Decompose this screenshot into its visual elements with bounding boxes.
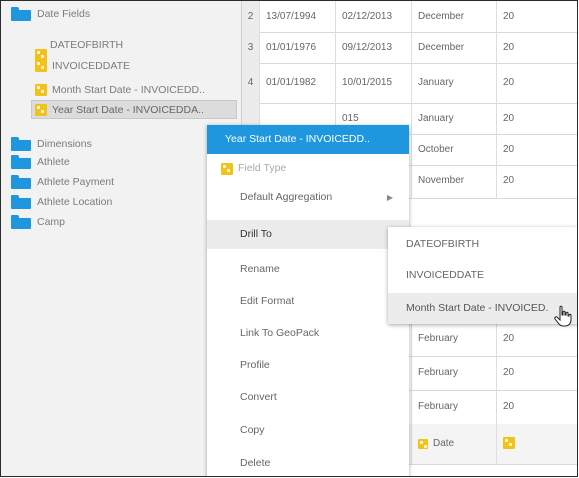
tree-folder-athlete-location[interactable]: Athlete Location bbox=[11, 193, 112, 211]
submenu-item-month-start-date[interactable]: Month Start Date - INVOICED. bbox=[388, 293, 577, 324]
tree-item-label: Athlete Location bbox=[37, 196, 113, 208]
menu-item-label: Rename bbox=[240, 263, 280, 275]
row-number: 3 bbox=[242, 32, 260, 63]
submenu-arrow-icon: ▶ bbox=[386, 193, 393, 202]
tree-field-dateofbirth[interactable]: DATEOFBIRTH bbox=[35, 39, 195, 61]
table-cell: 20 bbox=[497, 32, 577, 63]
menu-item-default-aggregation[interactable]: Default Aggregation ▶ bbox=[207, 183, 409, 212]
date-field-icon bbox=[35, 60, 47, 72]
date-field-icon bbox=[418, 439, 428, 449]
table-cell: February bbox=[412, 356, 497, 390]
table-row: 2 13/07/1994 02/12/2013 December 20 bbox=[242, 1, 577, 33]
tree-item-label: Year Start Date - INVOICEDDA.. bbox=[52, 104, 204, 116]
table-cell: January bbox=[412, 103, 497, 134]
table-row: 3 01/01/1976 09/12/2013 December 20 bbox=[242, 32, 577, 64]
menu-item-label: Copy bbox=[240, 424, 265, 436]
table-cell: December bbox=[412, 32, 497, 63]
field-context-menu: Year Start Date - INVOICEDD.. Field Type… bbox=[207, 125, 409, 476]
table-cell: 20 bbox=[497, 322, 577, 356]
table-cell: February bbox=[412, 390, 497, 424]
table-cell: 20 bbox=[497, 63, 577, 103]
column-type-cell[interactable]: Date bbox=[412, 424, 497, 464]
menu-item-field-type: Field Type bbox=[207, 154, 409, 183]
menu-item-label: Field Type bbox=[238, 162, 287, 174]
menu-item-convert[interactable]: Convert bbox=[207, 383, 409, 412]
table-cell: 01/01/1976 bbox=[260, 32, 336, 63]
menu-item-label: Convert bbox=[240, 391, 277, 403]
submenu-item-dateofbirth[interactable]: DATEOFBIRTH bbox=[388, 229, 577, 260]
table-cell: 01/01/1982 bbox=[260, 63, 336, 103]
tree-item-label: Date Fields bbox=[37, 8, 91, 20]
tree-folder-dimensions[interactable]: Dimensions bbox=[11, 135, 92, 153]
row-number: 2 bbox=[242, 1, 260, 32]
tree-field-year-start-date[interactable]: Year Start Date - INVOICEDDA.. bbox=[35, 101, 204, 119]
tree-folder-camp[interactable]: Camp bbox=[11, 213, 65, 231]
tree-field-month-start-date[interactable]: Month Start Date - INVOICEDD.. bbox=[35, 81, 205, 99]
tree-item-label: DATEOFBIRTH bbox=[50, 39, 124, 51]
table-cell: January bbox=[412, 63, 497, 103]
hand-pointer-icon bbox=[554, 305, 572, 327]
menu-item-link-to-geopack[interactable]: Link To GeoPack bbox=[207, 319, 409, 348]
table-cell: 20 bbox=[497, 134, 577, 165]
menu-item-label: Edit Format bbox=[240, 295, 295, 307]
context-menu-title: Year Start Date - INVOICEDD.. bbox=[207, 125, 409, 154]
menu-item-label: Drill To bbox=[240, 228, 272, 240]
menu-item-rename[interactable]: Rename bbox=[207, 255, 409, 284]
menu-item-profile[interactable]: Profile bbox=[207, 351, 409, 380]
date-field-icon bbox=[221, 162, 233, 175]
table-cell: 13/07/1994 bbox=[260, 1, 336, 32]
table-cell: 20 bbox=[497, 390, 577, 424]
folder-icon bbox=[11, 137, 31, 151]
table-cell: 10/01/2015 bbox=[336, 63, 412, 103]
table-cell: 20 bbox=[497, 103, 577, 134]
menu-item-label: Default Aggregation bbox=[240, 191, 333, 203]
menu-item-copy[interactable]: Copy bbox=[207, 416, 409, 445]
menu-item-label: Delete bbox=[240, 457, 271, 469]
menu-item-label: Profile bbox=[240, 359, 270, 371]
tree-item-label: INVOICEDDATE bbox=[52, 60, 130, 72]
row-number: 4 bbox=[242, 63, 260, 103]
folder-icon bbox=[11, 195, 31, 209]
tree-item-label: Athlete bbox=[37, 156, 70, 168]
date-field-icon bbox=[503, 437, 515, 450]
folder-icon bbox=[11, 215, 31, 229]
menu-item-delete[interactable]: Delete bbox=[207, 449, 409, 476]
submenu-item-label: Month Start Date - INVOICED. bbox=[406, 302, 549, 314]
table-cell: 09/12/2013 bbox=[336, 32, 412, 63]
folder-icon bbox=[11, 155, 31, 169]
tree-item-label: Month Start Date - INVOICEDD.. bbox=[52, 84, 205, 96]
table-cell: 02/12/2013 bbox=[336, 1, 412, 32]
tree-item-label: Camp bbox=[37, 216, 66, 228]
table-cell: 20 bbox=[497, 165, 577, 198]
table-row: 4 01/01/1982 10/01/2015 January 20 bbox=[242, 63, 577, 104]
tree-folder-date-fields[interactable]: Date Fields bbox=[11, 5, 90, 23]
drill-to-submenu: DATEOFBIRTH INVOICEDDATE Month Start Dat… bbox=[388, 227, 577, 324]
table-cell: February bbox=[412, 322, 497, 356]
folder-icon bbox=[11, 7, 31, 21]
folder-icon bbox=[11, 175, 31, 189]
menu-item-label: Link To GeoPack bbox=[240, 327, 320, 339]
table-cell: December bbox=[412, 1, 497, 32]
column-type-cell[interactable] bbox=[497, 424, 577, 464]
table-cell: October bbox=[412, 134, 497, 165]
submenu-item-invoiceddate[interactable]: INVOICEDDATE bbox=[388, 260, 577, 291]
column-type-label: Date bbox=[433, 438, 455, 449]
menu-item-drill-to[interactable]: Drill To bbox=[207, 220, 409, 249]
app-frame: Date Fields DATEOFBIRTH INVOICEDDATE Mon… bbox=[0, 0, 578, 477]
submenu-item-label: DATEOFBIRTH bbox=[406, 238, 480, 250]
menu-item-edit-format[interactable]: Edit Format bbox=[207, 287, 409, 316]
tree-folder-athlete[interactable]: Athlete bbox=[11, 153, 70, 171]
tree-field-invoiceddate[interactable]: INVOICEDDATE bbox=[35, 57, 130, 75]
field-tree-panel: Date Fields DATEOFBIRTH INVOICEDDATE Mon… bbox=[1, 1, 242, 476]
date-field-icon bbox=[35, 104, 47, 116]
table-cell: 20 bbox=[497, 1, 577, 32]
submenu-item-label: INVOICEDDATE bbox=[406, 269, 484, 281]
table-cell: 20 bbox=[497, 356, 577, 390]
date-field-icon bbox=[35, 84, 47, 96]
tree-item-label: Dimensions bbox=[37, 138, 92, 150]
tree-item-label: Athlete Payment bbox=[37, 176, 115, 188]
table-cell: November bbox=[412, 165, 497, 198]
tree-folder-athlete-payment[interactable]: Athlete Payment bbox=[11, 173, 114, 191]
